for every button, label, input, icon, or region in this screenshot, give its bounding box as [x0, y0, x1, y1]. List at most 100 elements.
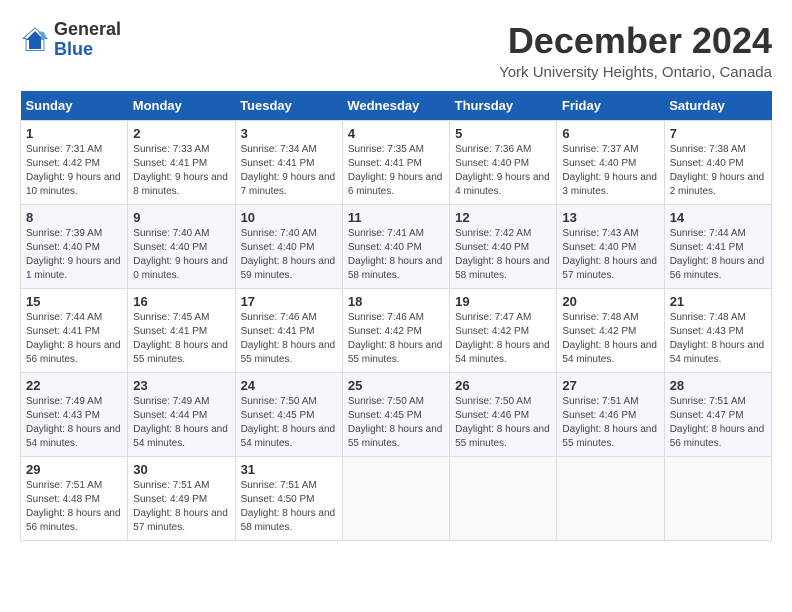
- calendar-table: SundayMondayTuesdayWednesdayThursdayFrid…: [20, 91, 772, 541]
- day-number: 9: [133, 210, 229, 225]
- calendar-title: December 2024: [499, 20, 772, 62]
- day-info: Sunrise: 7:51 AMSunset: 4:50 PMDaylight:…: [241, 479, 337, 535]
- day-info: Sunrise: 7:46 AMSunset: 4:42 PMDaylight:…: [348, 311, 444, 367]
- day-info: Sunrise: 7:50 AMSunset: 4:46 PMDaylight:…: [455, 395, 551, 451]
- calendar-cell: 18 Sunrise: 7:46 AMSunset: 4:42 PMDayligh…: [342, 289, 449, 373]
- calendar-cell: 20 Sunrise: 7:48 AMSunset: 4:42 PMDayligh…: [557, 289, 664, 373]
- calendar-cell: 8 Sunrise: 7:39 AMSunset: 4:40 PMDaylight…: [21, 205, 128, 289]
- calendar-cell: [450, 457, 557, 541]
- calendar-week-4: 22 Sunrise: 7:49 AMSunset: 4:43 PMDayligh…: [21, 373, 772, 457]
- header-wednesday: Wednesday: [342, 91, 449, 121]
- day-info: Sunrise: 7:43 AMSunset: 4:40 PMDaylight:…: [562, 227, 658, 283]
- page-header: General Blue December 2024 York Universi…: [20, 20, 772, 81]
- day-number: 28: [670, 378, 766, 393]
- day-number: 15: [26, 294, 122, 309]
- day-number: 29: [26, 462, 122, 477]
- calendar-cell: 28 Sunrise: 7:51 AMSunset: 4:47 PMDayligh…: [664, 373, 771, 457]
- day-number: 13: [562, 210, 658, 225]
- day-number: 20: [562, 294, 658, 309]
- day-info: Sunrise: 7:49 AMSunset: 4:43 PMDaylight:…: [26, 395, 122, 451]
- header-thursday: Thursday: [450, 91, 557, 121]
- calendar-week-3: 15 Sunrise: 7:44 AMSunset: 4:41 PMDayligh…: [21, 289, 772, 373]
- calendar-week-2: 8 Sunrise: 7:39 AMSunset: 4:40 PMDaylight…: [21, 205, 772, 289]
- calendar-cell: 7 Sunrise: 7:38 AMSunset: 4:40 PMDaylight…: [664, 121, 771, 205]
- calendar-cell: [664, 457, 771, 541]
- day-info: Sunrise: 7:50 AMSunset: 4:45 PMDaylight:…: [348, 395, 444, 451]
- day-number: 6: [562, 126, 658, 141]
- day-info: Sunrise: 7:48 AMSunset: 4:43 PMDaylight:…: [670, 311, 766, 367]
- day-info: Sunrise: 7:37 AMSunset: 4:40 PMDaylight:…: [562, 143, 658, 199]
- calendar-cell: 17Sunrise: 7:46 AMSunset: 4:41 PMDayligh…: [235, 289, 342, 373]
- header-tuesday: Tuesday: [235, 91, 342, 121]
- day-info: Sunrise: 7:51 AMSunset: 4:47 PMDaylight:…: [670, 395, 766, 451]
- calendar-cell: 30Sunrise: 7:51 AMSunset: 4:49 PMDayligh…: [128, 457, 235, 541]
- day-number: 18: [348, 294, 444, 309]
- day-info: Sunrise: 7:45 AMSunset: 4:41 PMDaylight:…: [133, 311, 229, 367]
- calendar-cell: [557, 457, 664, 541]
- day-number: 25: [348, 378, 444, 393]
- day-number: 19: [455, 294, 551, 309]
- day-info: Sunrise: 7:41 AMSunset: 4:40 PMDaylight:…: [348, 227, 444, 283]
- day-number: 26: [455, 378, 551, 393]
- day-number: 7: [670, 126, 766, 141]
- day-number: 5: [455, 126, 551, 141]
- calendar-cell: 22 Sunrise: 7:49 AMSunset: 4:43 PMDayligh…: [21, 373, 128, 457]
- day-info: Sunrise: 7:51 AMSunset: 4:46 PMDaylight:…: [562, 395, 658, 451]
- day-info: Sunrise: 7:48 AMSunset: 4:42 PMDaylight:…: [562, 311, 658, 367]
- day-info: Sunrise: 7:39 AMSunset: 4:40 PMDaylight:…: [26, 227, 122, 283]
- day-info: Sunrise: 7:50 AMSunset: 4:45 PMDaylight:…: [241, 395, 337, 451]
- title-section: December 2024 York University Heights, O…: [499, 20, 772, 81]
- day-number: 24: [241, 378, 337, 393]
- calendar-cell: 29 Sunrise: 7:51 AMSunset: 4:48 PMDayligh…: [21, 457, 128, 541]
- calendar-cell: 11 Sunrise: 7:41 AMSunset: 4:40 PMDayligh…: [342, 205, 449, 289]
- calendar-cell: 9 Sunrise: 7:40 AMSunset: 4:40 PMDaylight…: [128, 205, 235, 289]
- day-number: 8: [26, 210, 122, 225]
- logo-general-text: General: [54, 19, 121, 39]
- calendar-cell: 4 Sunrise: 7:35 AMSunset: 4:41 PMDaylight…: [342, 121, 449, 205]
- day-number: 1: [26, 126, 122, 141]
- header-sunday: Sunday: [21, 91, 128, 121]
- day-number: 3: [241, 126, 337, 141]
- calendar-cell: 23 Sunrise: 7:49 AMSunset: 4:44 PMDayligh…: [128, 373, 235, 457]
- calendar-cell: 27 Sunrise: 7:51 AMSunset: 4:46 PMDayligh…: [557, 373, 664, 457]
- day-info: Sunrise: 7:38 AMSunset: 4:40 PMDaylight:…: [670, 143, 766, 199]
- day-number: 14: [670, 210, 766, 225]
- calendar-cell: 2 Sunrise: 7:33 AMSunset: 4:41 PMDaylight…: [128, 121, 235, 205]
- day-info: Sunrise: 7:44 AMSunset: 4:41 PMDaylight:…: [26, 311, 122, 367]
- logo: General Blue: [20, 20, 121, 60]
- day-info: Sunrise: 7:33 AMSunset: 4:41 PMDaylight:…: [133, 143, 229, 199]
- header-saturday: Saturday: [664, 91, 771, 121]
- calendar-subtitle: York University Heights, Ontario, Canada: [499, 64, 772, 81]
- calendar-cell: 10Sunrise: 7:40 AMSunset: 4:40 PMDayligh…: [235, 205, 342, 289]
- calendar-header-row: SundayMondayTuesdayWednesdayThursdayFrid…: [21, 91, 772, 121]
- logo-text: General Blue: [54, 20, 121, 60]
- calendar-cell: 31Sunrise: 7:51 AMSunset: 4:50 PMDayligh…: [235, 457, 342, 541]
- day-info: Sunrise: 7:51 AMSunset: 4:48 PMDaylight:…: [26, 479, 122, 535]
- day-number: 4: [348, 126, 444, 141]
- day-number: 23: [133, 378, 229, 393]
- calendar-cell: 24 Sunrise: 7:50 AMSunset: 4:45 PMDayligh…: [235, 373, 342, 457]
- day-info: Sunrise: 7:46 AMSunset: 4:41 PMDaylight:…: [241, 311, 337, 367]
- calendar-cell: 3Sunrise: 7:34 AMSunset: 4:41 PMDaylight…: [235, 121, 342, 205]
- day-info: Sunrise: 7:36 AMSunset: 4:40 PMDaylight:…: [455, 143, 551, 199]
- calendar-cell: [342, 457, 449, 541]
- calendar-cell: 21 Sunrise: 7:48 AMSunset: 4:43 PMDayligh…: [664, 289, 771, 373]
- calendar-cell: 6 Sunrise: 7:37 AMSunset: 4:40 PMDaylight…: [557, 121, 664, 205]
- day-info: Sunrise: 7:49 AMSunset: 4:44 PMDaylight:…: [133, 395, 229, 451]
- calendar-cell: 5 Sunrise: 7:36 AMSunset: 4:40 PMDaylight…: [450, 121, 557, 205]
- calendar-week-1: 1Sunrise: 7:31 AMSunset: 4:42 PMDaylight…: [21, 121, 772, 205]
- calendar-cell: 15 Sunrise: 7:44 AMSunset: 4:41 PMDayligh…: [21, 289, 128, 373]
- logo-icon: [20, 25, 50, 55]
- day-info: Sunrise: 7:35 AMSunset: 4:41 PMDaylight:…: [348, 143, 444, 199]
- day-number: 21: [670, 294, 766, 309]
- calendar-cell: 13 Sunrise: 7:43 AMSunset: 4:40 PMDayligh…: [557, 205, 664, 289]
- day-number: 11: [348, 210, 444, 225]
- header-monday: Monday: [128, 91, 235, 121]
- day-info: Sunrise: 7:47 AMSunset: 4:42 PMDaylight:…: [455, 311, 551, 367]
- day-number: 12: [455, 210, 551, 225]
- day-number: 27: [562, 378, 658, 393]
- day-number: 2: [133, 126, 229, 141]
- day-info: Sunrise: 7:40 AMSunset: 4:40 PMDaylight:…: [133, 227, 229, 283]
- logo-blue-text: Blue: [54, 39, 93, 59]
- day-number: 22: [26, 378, 122, 393]
